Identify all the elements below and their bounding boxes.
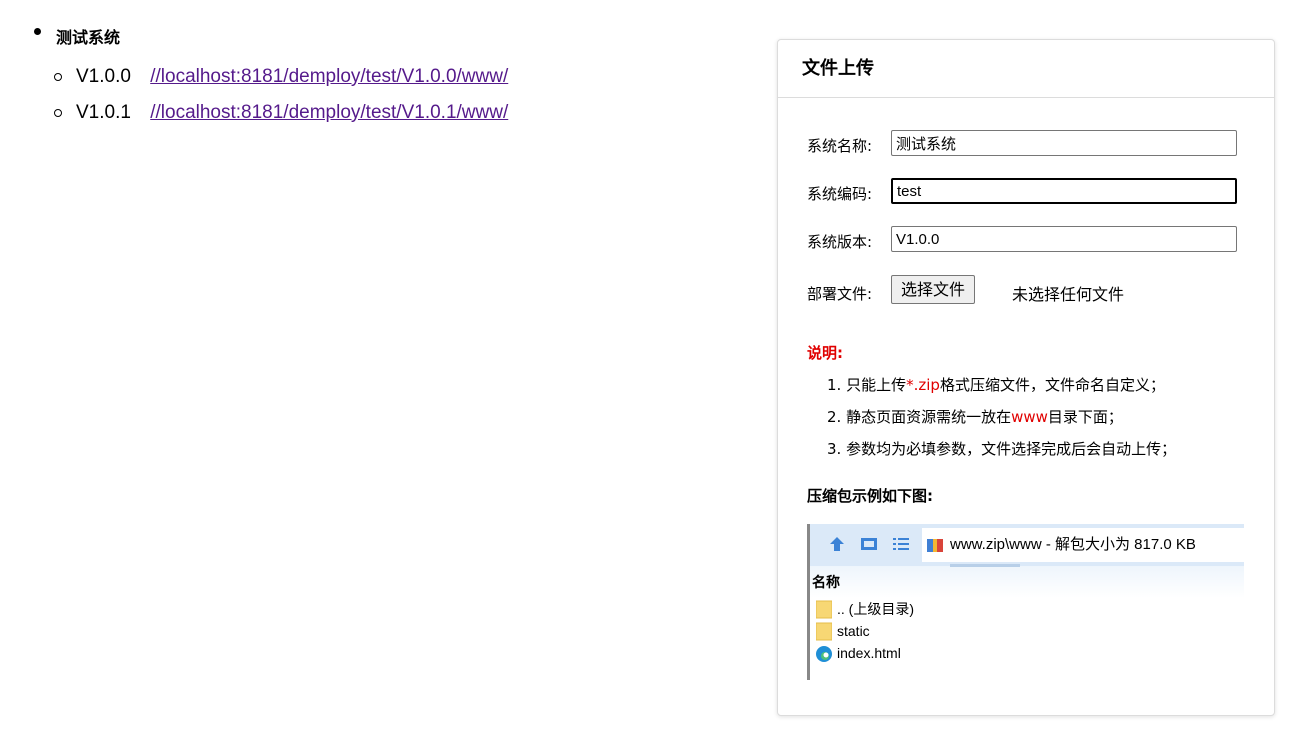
- note-item: 2. 静态页面资源需统一放在www目录下面；: [827, 406, 1123, 427]
- choose-file-button[interactable]: 选择文件: [891, 275, 976, 304]
- note-number: 2.: [827, 408, 842, 426]
- system-item: 测试系统: [34, 24, 121, 48]
- system-name-row: 系统名称:: [807, 130, 1237, 156]
- bullet-circle-icon: [54, 109, 62, 117]
- note-text: 只能上传: [846, 376, 907, 394]
- system-version-input[interactable]: [891, 226, 1237, 252]
- zip-archive-icon: [927, 539, 943, 552]
- panel-title: 文件上传: [778, 40, 1274, 98]
- explorer-row: .. (上级目录): [810, 598, 1244, 620]
- explorer-row: static: [810, 620, 1244, 642]
- system-version-label: 系统版本:: [807, 233, 873, 251]
- example-title: 压缩包示例如下图:: [807, 487, 933, 505]
- system-code-input[interactable]: [891, 178, 1237, 204]
- note-item: 3. 参数均为必填参数，文件选择完成后会自动上传；: [827, 438, 1176, 459]
- note-highlight: www: [1011, 408, 1048, 426]
- folder-icon: [816, 622, 832, 641]
- deploy-file-label: 部署文件:: [807, 285, 873, 303]
- explorer-row-name: index.html: [837, 645, 901, 661]
- system-name-label: 系统名称:: [807, 137, 873, 155]
- note-text: 格式压缩文件，文件命名自定义；: [939, 376, 1165, 394]
- notes-title: 说明:: [807, 344, 843, 362]
- system-version-row: 系统版本:: [807, 226, 1237, 252]
- version-label: V1.0.0: [76, 66, 131, 87]
- deploy-file-row: 部署文件: 选择文件 未选择任何文件: [807, 275, 1124, 304]
- system-code-label: 系统编码:: [807, 185, 873, 203]
- explorer-toolbar: www.zip\www - 解包大小为 817.0 KB: [810, 524, 1244, 567]
- bullet-circle-icon: [54, 73, 62, 81]
- note-text: 参数均为必填参数，文件选择完成后会自动上传；: [846, 440, 1177, 458]
- scroll-indicator: [950, 564, 1020, 567]
- explorer-path-text: www.zip\www - 解包大小为 817.0 KB: [950, 536, 1196, 553]
- edge-browser-icon: [816, 646, 832, 662]
- list-view-icon: [893, 538, 909, 550]
- explorer-row-name: static: [837, 623, 870, 639]
- view-icon: [861, 538, 877, 550]
- version-link[interactable]: //localhost:8181/demploy/test/V1.0.0/www…: [150, 66, 508, 87]
- version-row: V1.0.1 //localhost:8181/demploy/test/V1.…: [54, 102, 508, 124]
- bullet-disc-icon: [34, 28, 41, 35]
- system-name-input[interactable]: [891, 130, 1237, 156]
- version-row: V1.0.0 //localhost:8181/demploy/test/V1.…: [54, 66, 508, 88]
- file-status-text: 未选择任何文件: [1012, 285, 1125, 304]
- note-number: 1.: [827, 376, 842, 394]
- system-code-row: 系统编码:: [807, 178, 1237, 204]
- version-label: V1.0.1: [76, 102, 131, 123]
- folder-icon: [816, 600, 832, 619]
- upload-panel: 文件上传 系统名称: 系统编码: 系统版本: 部署文件: 选择文件 未选择任何文…: [777, 39, 1275, 716]
- note-number: 3.: [827, 440, 842, 458]
- explorer-row-name: .. (上级目录): [837, 601, 914, 617]
- version-link[interactable]: //localhost:8181/demploy/test/V1.0.1/www…: [150, 102, 508, 123]
- note-item: 1. 只能上传*.zip格式压缩文件，文件命名自定义；: [827, 374, 1165, 395]
- explorer-row: index.html: [810, 642, 1244, 664]
- explorer-path-bar: www.zip\www - 解包大小为 817.0 KB: [922, 528, 1244, 562]
- system-name: 测试系统: [56, 28, 121, 47]
- name-column-header: 名称: [810, 566, 1244, 598]
- note-text: 目录下面；: [1047, 408, 1123, 426]
- zip-example-image: www.zip\www - 解包大小为 817.0 KB 名称 .. (上级目录…: [807, 524, 1244, 680]
- up-arrow-icon: [830, 537, 844, 551]
- note-highlight: *.zip: [906, 376, 940, 394]
- note-text: 静态页面资源需统一放在: [846, 408, 1012, 426]
